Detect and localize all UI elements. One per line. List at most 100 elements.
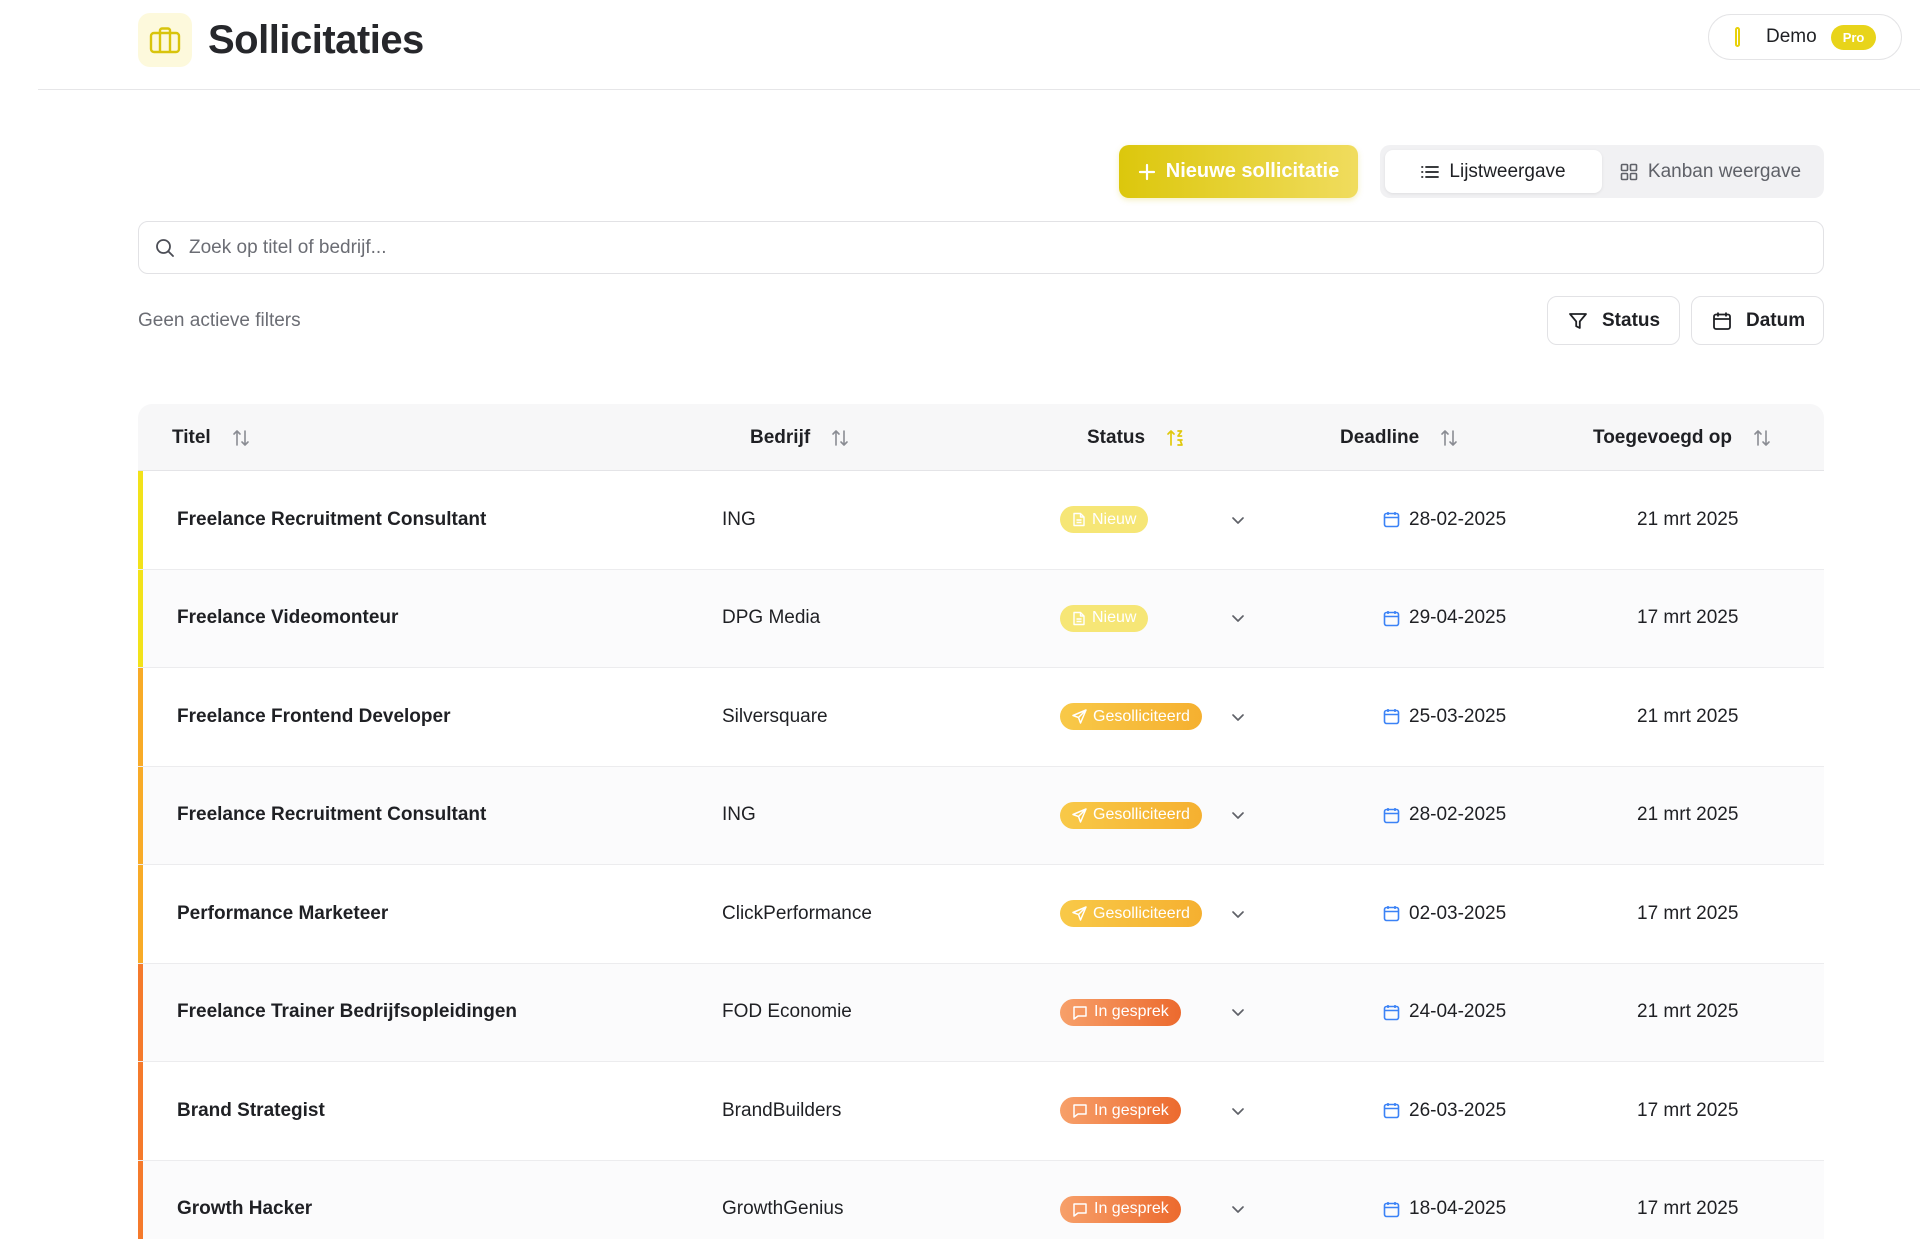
row-deadline: 25-03-2025 (1383, 668, 1506, 766)
table-row[interactable]: Growth Hacker GrowthGenius In gesprek 18-04… (138, 1160, 1824, 1239)
column-header-title[interactable]: Titel (172, 404, 251, 471)
new-application-label: Nieuwe sollicitatie (1165, 160, 1340, 182)
active-filters-summary: Geen actieve filters (138, 310, 301, 331)
status-dropdown-button[interactable] (1230, 1062, 1246, 1160)
status-dropdown-button[interactable] (1230, 668, 1246, 766)
status-dropdown-button[interactable] (1230, 865, 1246, 963)
message-icon (1073, 1104, 1087, 1118)
status-accent-bar (138, 668, 143, 766)
deadline-date: 28-02-2025 (1409, 508, 1507, 530)
search-input[interactable]: Zoek op titel of bedrijf... (138, 221, 1824, 274)
row-deadline: 24-04-2025 (1383, 964, 1506, 1062)
search-placeholder: Zoek op titel of bedrijf... (189, 236, 387, 258)
status-badge: Gesolliciteerd (1060, 900, 1202, 928)
status-badge-label: Gesolliciteerd (1093, 707, 1190, 725)
status-dropdown-button[interactable] (1230, 471, 1246, 569)
status-badge-label: Nieuw (1092, 609, 1137, 627)
row-title: Performance Marketeer (177, 902, 389, 924)
row-deadline: 18-04-2025 (1383, 1161, 1506, 1239)
row-title: Freelance Frontend Developer (177, 705, 451, 727)
status-badge-label: In gesprek (1094, 1200, 1169, 1218)
table-row[interactable]: Freelance Videomonteur DPG Media Nieuw 29-0… (138, 569, 1824, 668)
row-company: BrandBuilders (722, 1099, 842, 1121)
status-dropdown-button[interactable] (1230, 570, 1246, 668)
status-accent-bar (138, 865, 143, 963)
table-row[interactable]: Performance Marketeer ClickPerformance Ges… (138, 865, 1824, 964)
deadline-date: 28-02-2025 (1409, 804, 1507, 826)
status-dropdown-button[interactable] (1230, 964, 1246, 1062)
table-row[interactable]: Freelance Recruitment Consultant ING Nieuw… (138, 471, 1824, 570)
row-deadline: 02-03-2025 (1383, 865, 1506, 963)
deadline-date: 24-04-2025 (1409, 1001, 1507, 1023)
row-added-date: 21 mrt 2025 (1637, 508, 1739, 530)
row-title: Freelance Recruitment Consultant (177, 508, 487, 530)
table-row[interactable]: Freelance Recruitment Consultant ING Gesol… (138, 766, 1824, 865)
table-row[interactable]: Freelance Frontend Developer Silversquare… (138, 668, 1824, 767)
column-added-label: Toegevoegd op (1593, 426, 1732, 448)
briefcase-icon (138, 13, 192, 67)
calendar-icon (1383, 512, 1400, 528)
new-application-button[interactable]: Nieuwe sollicitatie (1119, 145, 1358, 198)
applications-table: Titel Bedrijf Status Deadline Toegevoegd… (138, 404, 1824, 1239)
status-dropdown-button[interactable] (1230, 767, 1246, 865)
row-company: Silversquare (722, 705, 828, 727)
row-title: Brand Strategist (177, 1099, 325, 1121)
row-status: In gesprek (1060, 1161, 1181, 1239)
row-title: Growth Hacker (177, 1198, 313, 1220)
row-company: ING (722, 508, 756, 530)
column-header-status[interactable]: Status (1087, 404, 1187, 471)
status-filter-button[interactable]: Status (1547, 296, 1680, 345)
chevron-down-icon (1232, 910, 1244, 918)
tab-kanban-view[interactable]: Kanban weergave (1602, 150, 1819, 193)
row-status: Nieuw (1060, 570, 1149, 668)
row-status: Gesolliciteerd (1060, 668, 1202, 766)
row-added-date: 17 mrt 2025 (1637, 1099, 1739, 1121)
deadline-date: 02-03-2025 (1409, 902, 1507, 924)
row-deadline: 28-02-2025 (1383, 767, 1506, 865)
calendar-icon (1383, 709, 1400, 725)
send-icon (1072, 709, 1087, 724)
deadline-date: 29-04-2025 (1409, 607, 1507, 629)
row-status: Gesolliciteerd (1060, 865, 1202, 963)
date-filter-label: Datum (1746, 309, 1806, 331)
chevron-down-icon (1232, 516, 1244, 524)
status-accent-bar (138, 569, 143, 667)
tab-list-view[interactable]: Lijstweergave (1385, 150, 1602, 193)
status-badge: In gesprek (1060, 998, 1181, 1026)
user-menu-button[interactable]: Demo Pro (1708, 14, 1902, 60)
row-status: In gesprek (1060, 1062, 1181, 1160)
sort-icon (832, 429, 848, 446)
column-header-deadline[interactable]: Deadline (1340, 404, 1459, 471)
table-body: Freelance Recruitment Consultant ING Nieuw… (138, 471, 1824, 1239)
row-deadline: 26-03-2025 (1383, 1062, 1506, 1160)
row-added-date: 17 mrt 2025 (1637, 902, 1739, 924)
top-bar: Sollicitaties Demo Pro (38, 0, 1920, 90)
column-deadline-label: Deadline (1340, 426, 1420, 448)
table-row[interactable]: Brand Strategist BrandBuilders In gesprek 2… (138, 1062, 1824, 1161)
status-accent-bar (138, 963, 143, 1061)
row-added-date: 17 mrt 2025 (1637, 607, 1739, 629)
column-header-added[interactable]: Toegevoegd op (1593, 404, 1772, 471)
grid-icon (1620, 163, 1638, 180)
status-badge: In gesprek (1060, 1097, 1181, 1125)
row-status: Gesolliciteerd (1060, 767, 1202, 865)
chevron-down-icon (1232, 1206, 1244, 1214)
column-header-company[interactable]: Bedrijf (750, 404, 850, 471)
status-dropdown-button[interactable] (1230, 1161, 1246, 1239)
status-accent-bar (138, 471, 143, 569)
date-filter-button[interactable]: Datum (1691, 296, 1824, 345)
status-badge-label: In gesprek (1094, 1003, 1169, 1021)
table-header: Titel Bedrijf Status Deadline Toegevoegd… (138, 404, 1824, 471)
status-badge-label: In gesprek (1094, 1101, 1169, 1119)
row-deadline: 29-04-2025 (1383, 570, 1506, 668)
table-row[interactable]: Freelance Trainer Bedrijfsopleidingen FOD… (138, 963, 1824, 1062)
row-company: FOD Economie (722, 1001, 852, 1023)
tab-list-view-label: Lijstweergave (1449, 160, 1566, 182)
list-icon (1421, 165, 1440, 178)
chevron-down-icon (1232, 615, 1244, 623)
row-title: Freelance Trainer Bedrijfsopleidingen (177, 1001, 517, 1023)
status-accent-bar (138, 766, 143, 864)
status-accent-bar (138, 1062, 143, 1160)
tab-kanban-view-label: Kanban weergave (1647, 160, 1802, 182)
page-title: Sollicitaties (208, 18, 424, 62)
